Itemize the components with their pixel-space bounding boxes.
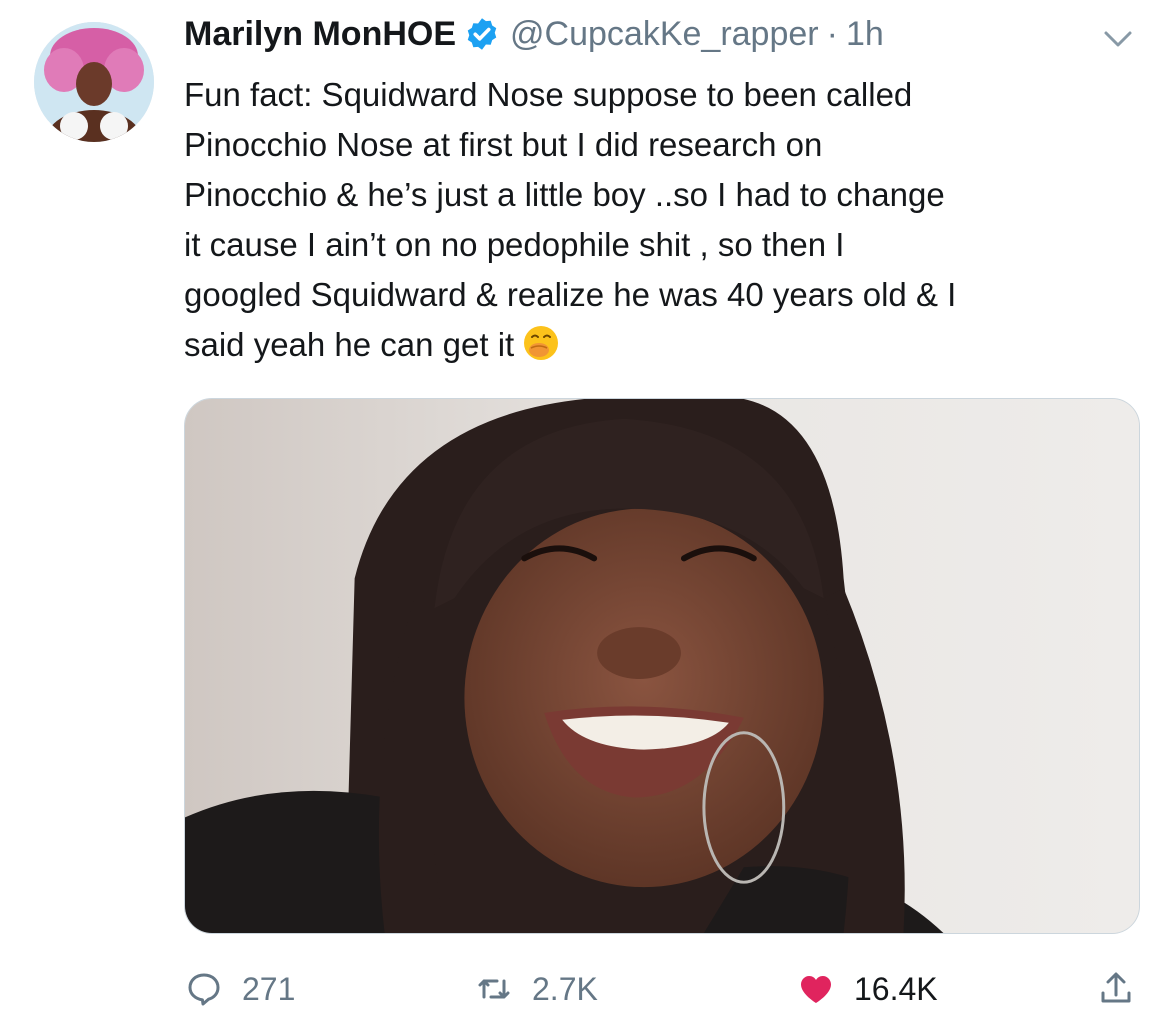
- tweet-text-line: said yeah he can get it: [184, 326, 515, 363]
- timestamp[interactable]: 1h: [846, 12, 884, 56]
- display-name[interactable]: Marilyn MonHOE: [184, 12, 456, 56]
- tweet-photo[interactable]: [184, 398, 1140, 934]
- tweet-text: Fun fact: Squidward Nose suppose to been…: [184, 70, 1144, 370]
- speech-bubble-icon: [184, 969, 224, 1009]
- retweet-count: 2.7K: [532, 970, 598, 1007]
- tweet-text-line: Pinocchio & he’s just a little boy ..so …: [184, 176, 945, 213]
- tweet-text-line: googled Squidward & realize he was 40 ye…: [184, 276, 957, 313]
- verified-badge-icon: [464, 16, 500, 52]
- like-button[interactable]: 16.4K: [796, 964, 938, 1014]
- heart-icon: [796, 969, 836, 1009]
- avatar[interactable]: [34, 22, 154, 142]
- share-upload-icon: [1096, 969, 1136, 1009]
- retweet-arrows-icon: [474, 969, 514, 1009]
- chevron-down-icon[interactable]: [1100, 24, 1136, 54]
- reply-count: 271: [242, 970, 296, 1007]
- user-handle[interactable]: @CupcakKe_rapper: [510, 12, 819, 56]
- face-with-hand-over-mouth-emoji: [522, 324, 560, 362]
- reply-button[interactable]: 271: [184, 964, 295, 1014]
- share-button[interactable]: [1096, 964, 1154, 1014]
- tweet-text-line: Fun fact: Squidward Nose suppose to been…: [184, 76, 913, 113]
- like-count: 16.4K: [854, 970, 938, 1007]
- tweet-text-last-line: said yeah he can get it: [184, 320, 1144, 370]
- tweet-text-line: it cause I ain’t on no pedophile shit , …: [184, 226, 845, 263]
- separator-dot: ·: [826, 15, 838, 53]
- tweet-text-line: Pinocchio Nose at first but I did resear…: [184, 126, 823, 163]
- tweet-header: Marilyn MonHOE @CupcakKe_rapper · 1h: [184, 12, 884, 56]
- tweet-actions: 271 2.7K 16.4K: [184, 964, 1144, 1014]
- retweet-button[interactable]: 2.7K: [474, 964, 598, 1014]
- tweet-card: Marilyn MonHOE @CupcakKe_rapper · 1h Fun…: [0, 0, 1164, 1023]
